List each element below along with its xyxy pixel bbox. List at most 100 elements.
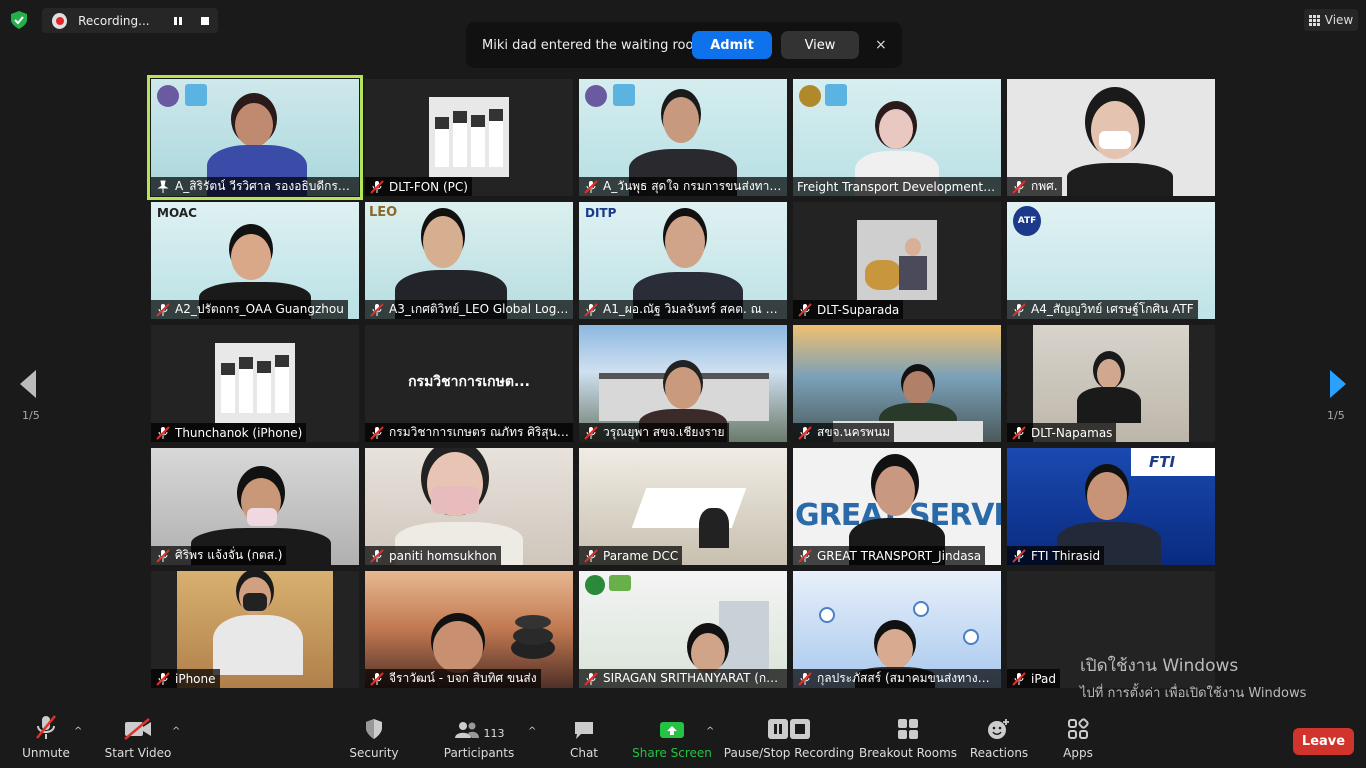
video-tile[interactable]: Parame DCC xyxy=(579,448,787,565)
video-tile[interactable]: ATF A4_สัญญวิทย์ เศรษฐ์โกศิน ATF xyxy=(1007,202,1215,319)
share-options-caret[interactable]: ^ xyxy=(706,726,714,737)
security-shield-icon[interactable] xyxy=(8,10,30,30)
leave-button[interactable]: Leave xyxy=(1293,728,1354,755)
muted-mic-icon xyxy=(156,548,170,563)
participant-name: FTI Thirasid xyxy=(1031,548,1101,563)
muted-mic-icon xyxy=(798,548,812,563)
muted-mic-icon xyxy=(370,179,384,194)
participants-button[interactable]: 113 Participants xyxy=(444,710,514,768)
muted-mic-icon xyxy=(1012,671,1026,686)
view-button[interactable]: View xyxy=(1304,9,1358,31)
video-tile[interactable]: SIRAGAN SRITHANYARAT (กรม... xyxy=(579,571,787,688)
close-icon[interactable]: × xyxy=(875,37,887,53)
chat-icon xyxy=(575,722,593,739)
video-tile[interactable]: กุลประภัสสร์ (สมาคมขนส่งทางบกน... xyxy=(793,571,1001,688)
muted-mic-icon xyxy=(584,302,598,317)
face-mask xyxy=(1099,131,1131,149)
muted-mic-icon xyxy=(1012,548,1026,563)
face-mask xyxy=(247,508,277,526)
muted-mic-icon xyxy=(1012,179,1026,194)
muted-mic-icon xyxy=(370,425,384,440)
share-screen-label: Share Screen xyxy=(632,746,712,760)
participant-name: A2_ปรัตถกร_OAA Guangzhou xyxy=(175,302,344,316)
chat-label: Chat xyxy=(569,746,599,760)
participant-name: A_สิริรัตน์ วีรวิศาล รองอธิบดีกรมกา... xyxy=(175,179,355,193)
video-tile[interactable]: paniti homsukhon xyxy=(365,448,573,565)
unmute-button[interactable]: Unmute xyxy=(20,710,72,768)
meeting-toolbar: Unmute ^ Start Video ^ Security 113 Part… xyxy=(0,710,1366,768)
video-tile[interactable]: MOAC A2_ปรัตถกร_OAA Guangzhou xyxy=(151,202,359,319)
participant-name: GREAT TRANSPORT_Jindasa xyxy=(817,548,982,563)
agency-logo-icon xyxy=(799,85,821,107)
participant-name: SIRAGAN SRITHANYARAT (กรม... xyxy=(603,671,783,685)
chat-button[interactable]: Chat xyxy=(564,710,604,768)
muted-mic-icon xyxy=(584,425,598,440)
view-waiting-room-button[interactable]: View xyxy=(781,31,859,59)
participant-name: DLT-Suparada xyxy=(817,302,900,317)
pause-recording-button[interactable] xyxy=(165,8,191,33)
conference-table xyxy=(631,488,747,528)
apps-label: Apps xyxy=(1063,746,1093,760)
reactions-button[interactable]: Reactions xyxy=(970,710,1028,768)
participant-name: ศิริพร แจ้งจั่น (กตส.) xyxy=(175,548,283,562)
video-tile[interactable]: A_สิริรัตน์ วีรวิศาล รองอธิบดีกรมกา... xyxy=(147,75,363,200)
apps-button[interactable]: Apps xyxy=(1058,710,1098,768)
muted-mic-icon xyxy=(370,302,384,317)
participant-name: Parame DCC xyxy=(603,548,679,563)
security-button[interactable]: Security xyxy=(346,710,402,768)
share-screen-button[interactable]: Share Screen xyxy=(632,710,712,768)
breakout-rooms-button[interactable]: Breakout Rooms xyxy=(859,710,957,768)
video-tile[interactable]: LEO A3_เกศติวิทย์_LEO Global Logist... xyxy=(365,202,573,319)
pause-stop-recording-button[interactable]: Pause/Stop Recording xyxy=(724,710,854,768)
video-tile[interactable]: กรมวิชาการเกษต... กรมวิชาการเกษตร ณภัทร … xyxy=(365,325,573,442)
view-label: View xyxy=(1324,13,1354,27)
audio-options-caret[interactable]: ^ xyxy=(74,726,82,737)
participant-name: Thunchanok (iPhone) xyxy=(175,425,303,440)
participant-name: Freight Transport Development ... xyxy=(797,179,997,194)
participant-name: DLT-Napamas xyxy=(1031,425,1113,440)
video-tile[interactable]: Freight Transport Development ... xyxy=(793,79,1001,196)
watermark-subtitle: ไปที่ การตั้งค่า เพื่อเปิดใช้งาน Windows xyxy=(1080,686,1307,701)
video-options-caret[interactable]: ^ xyxy=(172,726,180,737)
recording-label: Recording... xyxy=(78,13,150,28)
participant-name: กพศ. xyxy=(1031,179,1058,193)
participant-name: iPad xyxy=(1031,671,1057,686)
participant-name: A3_เกศติวิทย์_LEO Global Logist... xyxy=(389,302,569,316)
stop-recording-button[interactable] xyxy=(192,8,218,33)
participant-name: paniti homsukhon xyxy=(389,548,497,563)
ncu-logo-icon xyxy=(609,575,631,591)
video-tile[interactable]: Thunchanok (iPhone) xyxy=(151,325,359,442)
participants-label: Participants xyxy=(443,746,515,760)
pause-stop-label: Pause/Stop Recording xyxy=(723,746,855,760)
video-tile[interactable]: DITP A1_ผอ.ณัฐ วิมลจันทร์ สคต. ณ นค... xyxy=(579,202,787,319)
video-tile[interactable]: A_วันพุธ สุดใจ กรมการขนส่งทางบก xyxy=(579,79,787,196)
video-tile[interactable]: DLT-FON (PC) xyxy=(365,79,573,196)
video-tile[interactable]: จีราวัฒน์ - บจก สิบทิศ ขนส่ง xyxy=(365,571,573,688)
q-logo-icon xyxy=(185,84,207,106)
reactions-smiley-icon xyxy=(988,719,1009,739)
participants-options-caret[interactable]: ^ xyxy=(528,726,536,737)
agency-logo-icon xyxy=(585,575,605,595)
start-video-label: Start Video xyxy=(104,746,172,760)
group-photo xyxy=(429,97,509,177)
muted-mic-icon xyxy=(584,548,598,563)
video-tile[interactable]: DLT-Suparada xyxy=(793,202,1001,319)
participant-name: สขจ.นครพนม xyxy=(817,425,891,439)
video-tile[interactable]: วรุณยุพา สขจ.เชียงราย xyxy=(579,325,787,442)
video-tile[interactable]: สขจ.นครพนม xyxy=(793,325,1001,442)
video-tile[interactable]: ศิริพร แจ้งจั่น (กตส.) xyxy=(151,448,359,565)
muted-mic-icon xyxy=(798,425,812,440)
ditp-logo: DITP xyxy=(585,206,617,220)
video-tile[interactable]: กพศ. xyxy=(1007,79,1215,196)
pause-stop-icon xyxy=(768,719,810,739)
video-tile[interactable]: GREAT SERVICE SPORT GREAT TRANSPORT_Jind… xyxy=(793,448,1001,565)
video-tile[interactable]: FTI FTI Thirasid xyxy=(1007,448,1215,565)
muted-mic-icon xyxy=(156,671,170,686)
video-tile[interactable]: DLT-Napamas xyxy=(1007,325,1215,442)
start-video-button[interactable]: Start Video xyxy=(104,710,172,768)
muted-mic-icon xyxy=(1012,302,1026,317)
admit-button[interactable]: Admit xyxy=(692,31,772,59)
participant-name: วรุณยุพา สขจ.เชียงราย xyxy=(603,425,725,439)
video-tile[interactable]: iPhone xyxy=(151,571,359,688)
participant-photo xyxy=(857,220,937,300)
